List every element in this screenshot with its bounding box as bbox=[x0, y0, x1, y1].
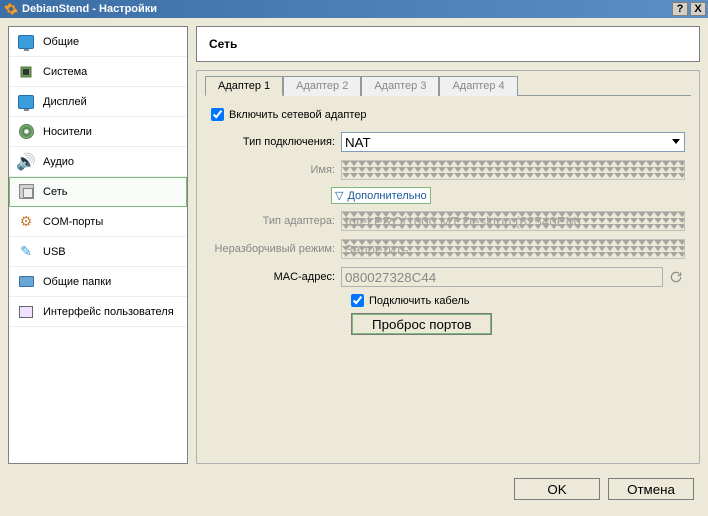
connection-type-label: Тип подключения: bbox=[211, 136, 341, 148]
sidebar-item-label: Интерфейс пользователя bbox=[43, 306, 174, 318]
cancel-button[interactable]: Отмена bbox=[608, 478, 694, 500]
tab-adapter-3[interactable]: Адаптер 3 bbox=[361, 76, 439, 96]
connection-type-select[interactable]: NAT bbox=[341, 132, 685, 152]
enable-adapter-checkbox[interactable] bbox=[211, 108, 224, 121]
sidebar-item-label: USB bbox=[43, 246, 66, 258]
sidebar-item-storage[interactable]: Носители bbox=[9, 117, 187, 147]
disc-icon bbox=[17, 123, 35, 141]
sidebar-item-label: Общие папки bbox=[43, 276, 111, 288]
speaker-icon: 🔊 bbox=[17, 153, 35, 171]
sidebar-item-general[interactable]: Общие bbox=[9, 27, 187, 57]
folder-icon bbox=[17, 273, 35, 291]
adapter-type-label: Тип адаптера: bbox=[211, 215, 341, 227]
usb-icon: ✎ bbox=[17, 243, 35, 261]
mac-address-label: MAC-адрес: bbox=[211, 271, 341, 283]
help-button[interactable]: ? bbox=[672, 2, 688, 16]
close-button[interactable]: X bbox=[690, 2, 706, 16]
chip-icon bbox=[17, 63, 35, 81]
gear-icon bbox=[4, 2, 18, 16]
sidebar-item-serial[interactable]: ⚙ COM-порты bbox=[9, 207, 187, 237]
sidebar-item-audio[interactable]: 🔊 Аудио bbox=[9, 147, 187, 177]
cable-connected-checkbox[interactable] bbox=[351, 294, 364, 307]
sidebar-item-label: COM-порты bbox=[43, 216, 103, 228]
sidebar-item-label: Носители bbox=[43, 126, 92, 138]
enable-adapter-label: Включить сетевой адаптер bbox=[229, 109, 366, 121]
page-title: Сеть bbox=[196, 26, 700, 62]
sidebar-item-shared-folders[interactable]: Общие папки bbox=[9, 267, 187, 297]
sidebar-item-label: Дисплей bbox=[43, 96, 87, 108]
sidebar-item-system[interactable]: Система bbox=[9, 57, 187, 87]
name-select bbox=[341, 160, 685, 180]
tab-adapter-2[interactable]: Адаптер 2 bbox=[283, 76, 361, 96]
display-icon bbox=[17, 93, 35, 111]
port-forwarding-button[interactable]: Проброс портов bbox=[351, 313, 492, 335]
mac-address-field[interactable] bbox=[341, 267, 663, 287]
sidebar-item-label: Система bbox=[43, 66, 87, 78]
advanced-expander[interactable]: ▽ Дополнительно bbox=[331, 187, 431, 204]
serial-port-icon: ⚙ bbox=[17, 213, 35, 231]
refresh-mac-icon[interactable] bbox=[667, 268, 685, 286]
advanced-label: Дополнительно bbox=[347, 190, 426, 202]
sidebar-item-display[interactable]: Дисплей bbox=[9, 87, 187, 117]
sidebar-item-label: Аудио bbox=[43, 156, 74, 168]
name-label: Имя: bbox=[211, 164, 341, 176]
tab-adapter-1[interactable]: Адаптер 1 bbox=[205, 76, 283, 96]
tab-adapter-4[interactable]: Адаптер 4 bbox=[439, 76, 517, 96]
cable-connected-label: Подключить кабель bbox=[369, 295, 470, 307]
sidebar-item-label: Сеть bbox=[43, 186, 67, 198]
sidebar-item-usb[interactable]: ✎ USB bbox=[9, 237, 187, 267]
ui-icon bbox=[17, 303, 35, 321]
ok-button[interactable]: OK bbox=[514, 478, 600, 500]
monitor-icon bbox=[17, 33, 35, 51]
promiscuous-label: Неразборчивый режим: bbox=[211, 243, 341, 255]
network-icon bbox=[17, 183, 35, 201]
adapter-type-select: Intel PRO/1000 MT Desktop (82540EM) bbox=[341, 211, 685, 231]
adapter-tabs: Адаптер 1 Адаптер 2 Адаптер 3 Адаптер 4 bbox=[205, 75, 691, 96]
sidebar: Общие Система Дисплей Носители 🔊 Аудио С… bbox=[8, 26, 188, 464]
main-pane: Сеть Адаптер 1 Адаптер 2 Адаптер 3 Адапт… bbox=[196, 26, 700, 464]
window-title: DebianStend - Настройки bbox=[22, 3, 672, 15]
promiscuous-select: Запретить bbox=[341, 239, 685, 259]
triangle-down-icon: ▽ bbox=[335, 189, 343, 202]
sidebar-item-label: Общие bbox=[43, 36, 79, 48]
sidebar-item-ui[interactable]: Интерфейс пользователя bbox=[9, 297, 187, 327]
sidebar-item-network[interactable]: Сеть bbox=[9, 177, 187, 207]
dialog-footer: OK Отмена bbox=[0, 472, 708, 500]
title-bar: DebianStend - Настройки ? X bbox=[0, 0, 708, 18]
